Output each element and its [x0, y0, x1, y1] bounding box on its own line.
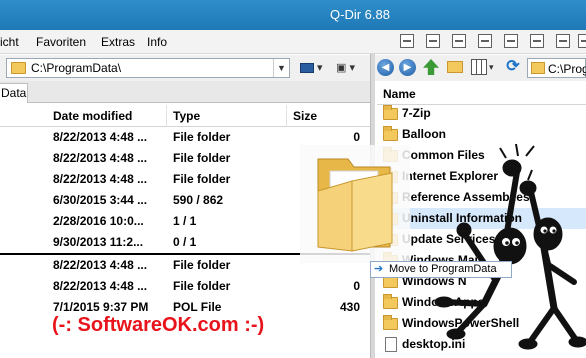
- item-label: 7-Zip: [402, 106, 431, 120]
- size-cell: 430: [339, 300, 360, 314]
- layout-button-3[interactable]: [452, 34, 466, 48]
- list-item[interactable]: 7-Zip: [377, 103, 586, 124]
- right-address-bar[interactable]: C:\Progr: [527, 58, 586, 78]
- date-cell: 9/30/2013 11:2...: [53, 235, 144, 249]
- column-size[interactable]: Size: [293, 109, 317, 123]
- date-cell: 8/22/2013 4:48 ...: [53, 130, 148, 144]
- left-address-bar[interactable]: ▼: [6, 58, 290, 78]
- layout-button-7[interactable]: [556, 34, 570, 48]
- type-cell: POL File: [173, 300, 222, 314]
- layout-button-4[interactable]: [478, 34, 492, 48]
- column-date-modified[interactable]: Date modified: [53, 109, 132, 123]
- softwareok-watermark: (-: SoftwareOK.com :-): [52, 314, 265, 336]
- date-cell: 6/30/2015 3:44 ...: [53, 193, 148, 207]
- type-cell: File folder: [173, 151, 231, 165]
- back-icon[interactable]: ◀: [377, 59, 394, 76]
- column-name[interactable]: Name: [383, 87, 416, 101]
- date-cell: 8/22/2013 4:48 ...: [53, 151, 148, 165]
- left-pane-toolbar: ▼ ▾ ▣ ▾: [0, 55, 370, 81]
- refresh-icon[interactable]: ⟳: [505, 59, 521, 75]
- layout-button-5[interactable]: [504, 34, 518, 48]
- type-cell: 590 / 862: [173, 193, 224, 207]
- left-tab-strip: Data: [0, 81, 370, 103]
- move-arrow-icon: ➔: [374, 263, 384, 275]
- type-cell: File folder: [173, 258, 231, 272]
- chevron-down-icon[interactable]: ▾: [489, 59, 497, 75]
- right-address-text: C:\Progr: [548, 62, 586, 76]
- options-button[interactable]: ▣ ▾: [336, 59, 355, 77]
- stick-figures-illustration: [434, 143, 586, 350]
- size-cell: 0: [353, 130, 360, 144]
- forward-icon[interactable]: ▶: [399, 59, 416, 76]
- chevron-down-icon[interactable]: ▼: [273, 59, 289, 77]
- monitor-icon: [300, 63, 314, 74]
- right-pane-toolbar: ◀ ▶ ▾ ⟳ C:\Progr: [375, 55, 586, 81]
- date-cell: 7/1/2015 9:37 PM: [53, 300, 149, 314]
- date-cell: 8/22/2013 4:48 ...: [53, 172, 148, 186]
- layout-button-6[interactable]: [530, 34, 544, 48]
- column-type[interactable]: Type: [173, 109, 200, 123]
- tooltip-text: Move to ProgramData: [389, 263, 497, 275]
- up-folder-icon[interactable]: [423, 59, 439, 75]
- size-cell: 0: [353, 279, 360, 293]
- right-column-header: Name: [377, 83, 586, 105]
- layout-button-1[interactable]: [400, 34, 414, 48]
- column-divider[interactable]: [166, 105, 167, 127]
- type-cell: File folder: [173, 130, 231, 144]
- view-grid-icon[interactable]: [471, 59, 487, 75]
- layout-button-8[interactable]: [578, 34, 586, 48]
- drag-tooltip: ➔ Move to ProgramData: [370, 261, 512, 278]
- menu-item-favorites[interactable]: Favoriten: [36, 35, 86, 49]
- title-bar: Q-Dir 6.88: [0, 0, 586, 30]
- date-cell: 8/22/2013 4:48 ...: [53, 279, 148, 293]
- column-divider[interactable]: [286, 105, 287, 127]
- type-cell: File folder: [173, 279, 231, 293]
- date-cell: 8/22/2013 4:48 ...: [53, 258, 148, 272]
- menu-bar: icht Favoriten Extras Info: [0, 30, 586, 54]
- table-row[interactable]: 8/22/2013 4:48 ... File folder 0: [0, 276, 370, 297]
- left-column-header: Date modified Type Size: [0, 105, 370, 127]
- layout-button-2[interactable]: [426, 34, 440, 48]
- left-address-input[interactable]: [31, 61, 269, 75]
- new-folder-icon[interactable]: [447, 61, 463, 73]
- type-cell: 0 / 1: [173, 235, 197, 249]
- window-title: Q-Dir 6.88: [330, 7, 390, 22]
- tab-programdata[interactable]: Data: [0, 83, 28, 103]
- menu-item-info[interactable]: Info: [147, 35, 167, 49]
- folder-icon: [11, 62, 26, 74]
- type-cell: 1 / 1: [173, 214, 197, 228]
- type-cell: File folder: [173, 172, 231, 186]
- menu-item-extras[interactable]: Extras: [101, 35, 135, 49]
- folder-icon: [531, 62, 545, 74]
- menu-item-view[interactable]: icht: [0, 35, 19, 49]
- date-cell: 2/28/2016 10:0...: [53, 214, 144, 228]
- folder-icon: [383, 105, 398, 120]
- view-mode-button[interactable]: ▾: [300, 59, 323, 77]
